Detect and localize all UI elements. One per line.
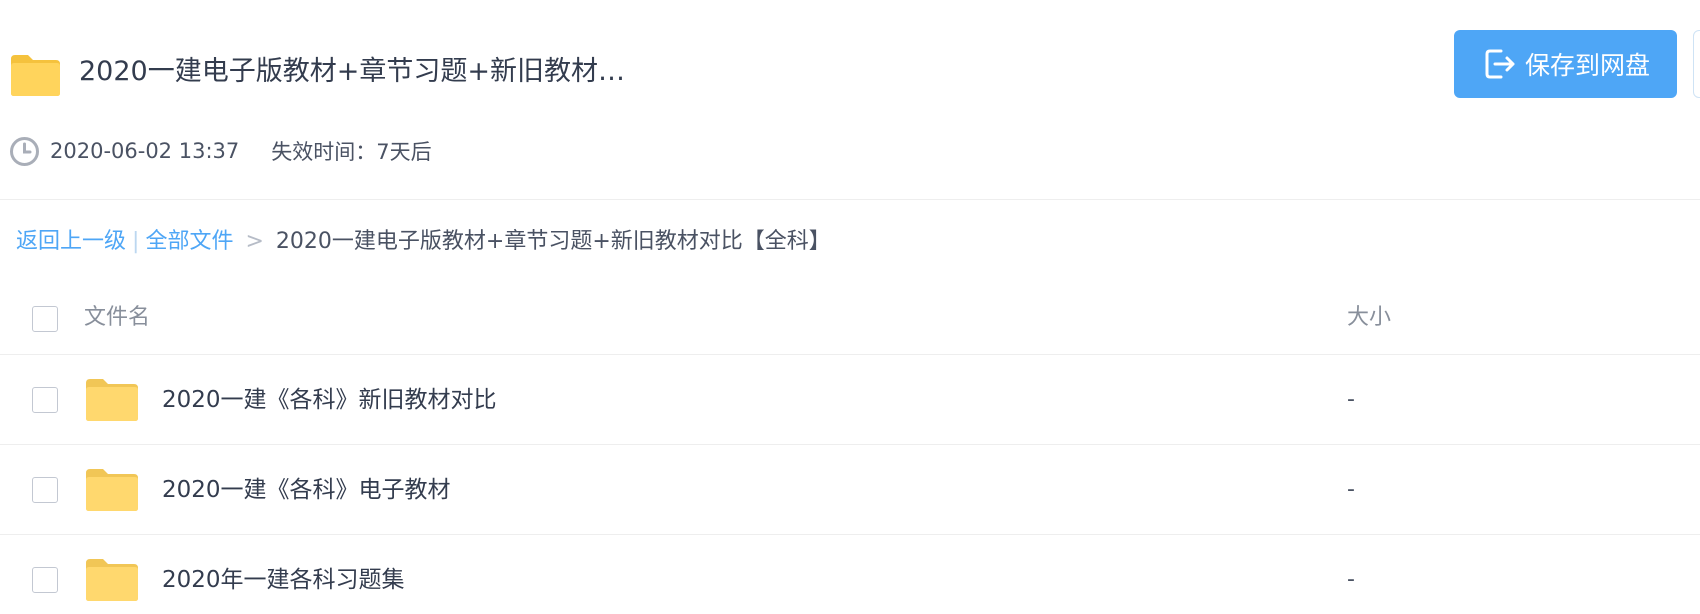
- table-row[interactable]: 2020年一建各科习题集 -: [0, 535, 1700, 614]
- file-size: -: [1347, 387, 1355, 412]
- share-meta: 2020-06-02 13:37 失效时间：7天后: [9, 135, 432, 167]
- folder-icon: [11, 55, 60, 96]
- breadcrumb-separator: |: [132, 229, 140, 254]
- file-table: 文件名 大小 2020一建《各科》新旧教材对比 - 2020一建《各科》电子教材…: [0, 282, 1700, 614]
- row-checkbox[interactable]: [32, 567, 58, 593]
- save-to-drive-button[interactable]: 保存到网盘: [1454, 30, 1677, 98]
- clock-icon: [10, 136, 39, 166]
- breadcrumb: 返回上一级 | 全部文件 >2020一建电子版教材+章节习题+新旧教材对比【全科】: [16, 226, 831, 258]
- file-name[interactable]: 2020年一建各科习题集: [162, 564, 405, 596]
- expire-time: 失效时间：7天后: [271, 140, 432, 164]
- folder-icon: [86, 379, 138, 421]
- share-time: 2020-06-02 13:37: [50, 139, 240, 163]
- row-checkbox[interactable]: [32, 477, 58, 503]
- select-all-checkbox[interactable]: [32, 306, 58, 332]
- folder-icon: [86, 559, 138, 601]
- file-size: -: [1347, 477, 1355, 502]
- column-header-size[interactable]: 大小: [1347, 302, 1391, 334]
- share-title: 2020一建电子版教材+章节习题+新旧教材…: [79, 56, 625, 87]
- file-name[interactable]: 2020一建《各科》新旧教材对比: [162, 384, 497, 416]
- file-size: -: [1347, 567, 1355, 592]
- column-header-name[interactable]: 文件名: [84, 302, 150, 334]
- save-to-drive-icon: [1485, 49, 1515, 79]
- row-checkbox[interactable]: [32, 387, 58, 413]
- all-files-link[interactable]: 全部文件: [145, 229, 233, 254]
- current-folder: 2020一建电子版教材+章节习题+新旧教材对比【全科】: [275, 229, 831, 254]
- folder-icon: [86, 469, 138, 511]
- table-header: 文件名 大小: [0, 282, 1700, 355]
- share-header: 2020一建电子版教材+章节习题+新旧教材… 保存到网盘 2020-06-02 …: [0, 0, 1700, 200]
- save-to-drive-label: 保存到网盘: [1524, 51, 1650, 80]
- back-link[interactable]: 返回上一级: [16, 229, 126, 254]
- table-row[interactable]: 2020一建《各科》电子教材 -: [0, 445, 1700, 535]
- table-row[interactable]: 2020一建《各科》新旧教材对比 -: [0, 355, 1700, 445]
- share-page: 2020一建电子版教材+章节习题+新旧教材… 保存到网盘 2020-06-02 …: [0, 0, 1700, 614]
- file-name[interactable]: 2020一建《各科》电子教材: [162, 474, 451, 506]
- breadcrumb-arrow: >: [245, 229, 264, 254]
- more-button[interactable]: [1693, 30, 1700, 98]
